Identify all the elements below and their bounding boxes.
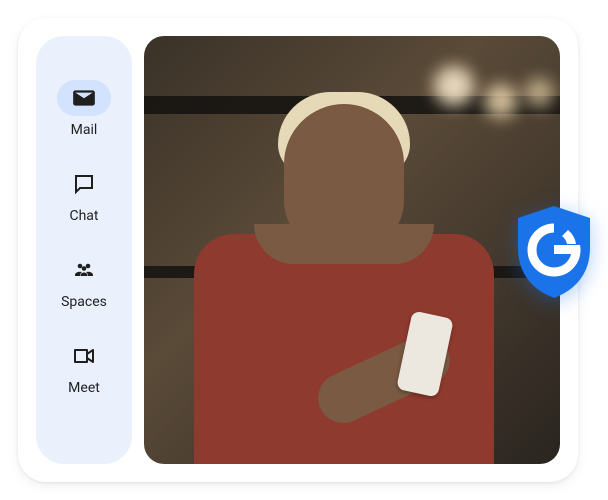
sidebar: Mail Chat Spaces Meet xyxy=(36,36,132,464)
sidebar-item-meet[interactable]: Meet xyxy=(57,338,111,396)
mail-icon xyxy=(57,80,111,116)
sidebar-item-label: Meet xyxy=(68,380,100,396)
sidebar-item-chat[interactable]: Chat xyxy=(57,166,111,224)
google-shield-badge xyxy=(512,204,596,300)
spaces-icon xyxy=(57,252,111,288)
app-card: Mail Chat Spaces Meet xyxy=(18,18,578,482)
hero-photo xyxy=(144,36,560,464)
meet-icon xyxy=(57,338,111,374)
sidebar-item-label: Chat xyxy=(69,208,98,224)
sidebar-item-spaces[interactable]: Spaces xyxy=(57,252,111,310)
sidebar-item-label: Mail xyxy=(71,122,98,138)
person-illustration xyxy=(174,84,494,464)
sidebar-item-label: Spaces xyxy=(61,294,107,310)
sidebar-item-mail[interactable]: Mail xyxy=(57,80,111,138)
chat-icon xyxy=(57,166,111,202)
